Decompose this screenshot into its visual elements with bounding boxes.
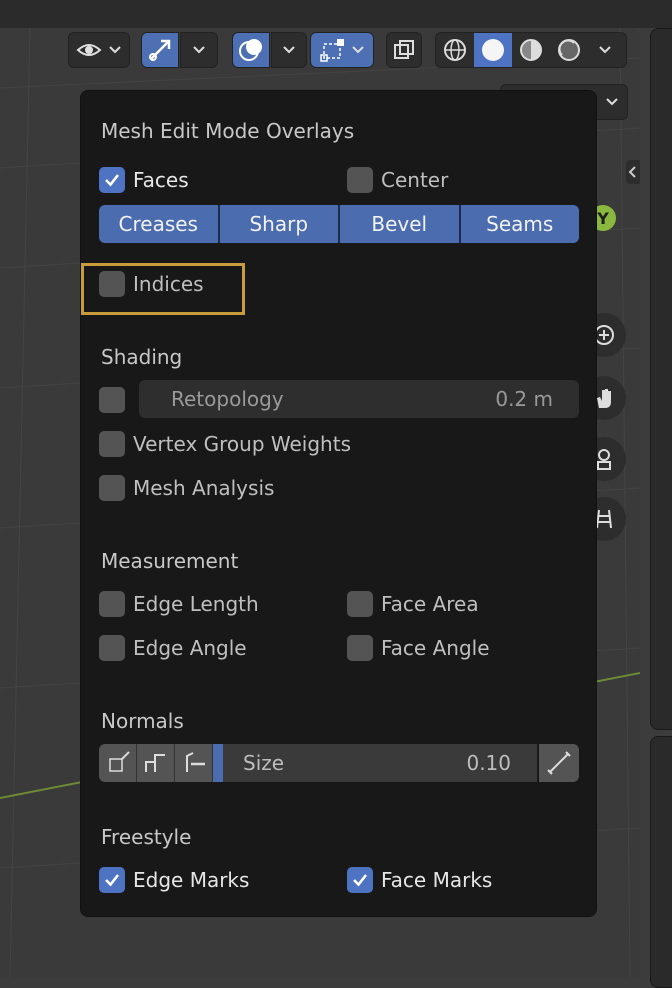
face-angle-label: Face Angle xyxy=(381,636,490,660)
visibility-selector[interactable] xyxy=(68,32,130,68)
edge-angle-label: Edge Angle xyxy=(133,636,247,660)
gizmo-icon xyxy=(147,37,173,63)
face-marks-label: Face Marks xyxy=(381,868,493,892)
vertex-group-weights-label: Vertex Group Weights xyxy=(133,432,351,456)
side-panel-edge xyxy=(650,28,672,730)
normals-size-field[interactable]: Size 0.10 xyxy=(213,744,537,782)
seams-button[interactable]: Seams xyxy=(460,205,579,243)
faces-label: Faces xyxy=(133,168,189,192)
measurement-heading: Measurement xyxy=(101,549,239,573)
popover-title: Mesh Edit Mode Overlays xyxy=(101,119,355,143)
size-value: 0.10 xyxy=(466,751,511,775)
checkbox-unchecked-icon xyxy=(99,271,125,297)
chevron-down-icon xyxy=(282,45,296,55)
checkbox-unchecked-icon xyxy=(99,591,125,617)
retopology-slider[interactable]: Retopology 0.2 m xyxy=(139,380,579,418)
side-panel-edge-lower xyxy=(650,736,672,988)
shading-heading: Shading xyxy=(101,345,183,369)
center-label: Center xyxy=(381,168,449,192)
face-normals-icon[interactable] xyxy=(175,744,213,782)
size-fill-bar xyxy=(213,744,223,782)
wireframe-shading-icon[interactable] xyxy=(436,33,474,67)
chevron-down-icon xyxy=(351,45,365,55)
xray-icon xyxy=(392,38,416,62)
edge-marks-checkbox[interactable]: Edge Marks xyxy=(99,865,249,895)
checkbox-unchecked-icon xyxy=(99,635,125,661)
creases-button[interactable]: Creases xyxy=(99,205,218,243)
constant-screen-size-icon[interactable] xyxy=(539,744,579,782)
solid-shading-icon[interactable] xyxy=(474,33,512,67)
normals-row: Size 0.10 xyxy=(99,744,579,782)
face-angle-checkbox[interactable]: Face Angle xyxy=(347,633,490,663)
sharp-button[interactable]: Sharp xyxy=(219,205,338,243)
checkbox-unchecked-icon xyxy=(347,167,373,193)
checkbox-checked-icon xyxy=(347,867,373,893)
checkbox-unchecked-icon xyxy=(347,635,373,661)
vertex-group-weights-checkbox[interactable]: Vertex Group Weights xyxy=(99,429,351,459)
edge-length-label: Edge Length xyxy=(133,592,259,616)
retopology-value: 0.2 m xyxy=(495,387,553,411)
gizmo-dropdown[interactable] xyxy=(180,32,218,68)
mesh-analysis-label: Mesh Analysis xyxy=(133,476,275,500)
bevel-button[interactable]: Bevel xyxy=(340,205,459,243)
edge-marks-label: Edge Marks xyxy=(133,868,250,892)
overlays-dropdown[interactable] xyxy=(271,32,307,68)
face-area-label: Face Area xyxy=(381,592,479,616)
checkbox-checked-icon xyxy=(99,867,125,893)
overlays-toggle[interactable] xyxy=(232,32,270,68)
retopology-checkbox[interactable] xyxy=(99,385,125,415)
xray-toggle[interactable] xyxy=(386,32,422,68)
checkbox-unchecked-icon xyxy=(99,431,125,457)
shading-mode-group xyxy=(435,32,627,68)
mesh-analysis-checkbox[interactable]: Mesh Analysis xyxy=(99,473,274,503)
checkbox-checked-icon xyxy=(99,167,125,193)
face-marks-checkbox[interactable]: Face Marks xyxy=(347,865,492,895)
edge-angle-checkbox[interactable]: Edge Angle xyxy=(99,633,247,663)
freestyle-heading: Freestyle xyxy=(101,825,192,849)
checkbox-unchecked-icon xyxy=(99,475,125,501)
size-label: Size xyxy=(243,751,285,775)
chevron-down-icon xyxy=(605,97,619,107)
checkbox-unchecked-icon xyxy=(347,591,373,617)
edge-length-checkbox[interactable]: Edge Length xyxy=(99,589,259,619)
material-shading-icon[interactable] xyxy=(512,33,550,67)
chevron-down-icon xyxy=(108,45,122,55)
mesh-edit-overlays-popover: Mesh Edit Mode Overlays Faces Center Cre… xyxy=(80,90,597,917)
gizmo-toggle[interactable] xyxy=(141,32,179,68)
overlays-icon xyxy=(238,37,264,63)
top-strip xyxy=(0,0,672,28)
rendered-shading-icon[interactable] xyxy=(550,33,588,67)
indices-label: Indices xyxy=(133,272,204,296)
mesh-select-icon xyxy=(319,36,347,64)
center-checkbox[interactable]: Center xyxy=(347,165,448,195)
eye-icon xyxy=(76,40,102,60)
edge-display-buttons: Creases Sharp Bevel Seams xyxy=(99,205,579,243)
face-area-checkbox[interactable]: Face Area xyxy=(347,589,479,619)
normals-heading: Normals xyxy=(101,709,184,733)
sidebar-expand-icon[interactable] xyxy=(626,160,640,184)
checkbox-unchecked-icon xyxy=(99,387,125,413)
split-normals-icon[interactable] xyxy=(137,744,175,782)
chevron-down-icon xyxy=(192,45,206,55)
mesh-edit-overlays-dropdown[interactable] xyxy=(310,32,374,68)
retopology-label: Retopology xyxy=(171,387,284,411)
chevron-down-icon[interactable] xyxy=(588,33,622,67)
faces-checkbox[interactable]: Faces xyxy=(99,165,189,195)
vertex-normals-icon[interactable] xyxy=(99,744,137,782)
indices-checkbox[interactable]: Indices xyxy=(99,269,204,299)
